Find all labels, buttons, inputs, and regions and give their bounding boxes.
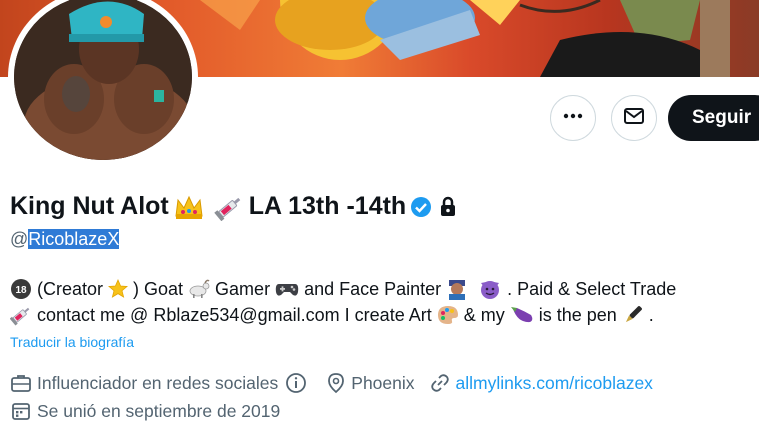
lock-icon bbox=[439, 196, 457, 218]
fountain-pen-emoji bbox=[622, 304, 644, 326]
message-button[interactable] bbox=[611, 95, 657, 141]
star-emoji bbox=[108, 279, 129, 299]
bio-text: and Face Painter bbox=[304, 279, 442, 299]
follow-button[interactable]: Seguir bbox=[668, 95, 759, 141]
location-pin-icon bbox=[326, 372, 346, 394]
briefcase-icon bbox=[10, 373, 32, 393]
bio-text: (Creator bbox=[37, 279, 104, 299]
crown-emoji bbox=[174, 194, 204, 220]
more-horizontal-icon bbox=[562, 105, 584, 132]
eggplant-emoji bbox=[510, 305, 534, 325]
goat-emoji bbox=[188, 279, 210, 299]
profile-avatar[interactable] bbox=[8, 0, 198, 166]
profile-meta: Influenciador en redes sociales Phoenix … bbox=[10, 372, 653, 394]
syringe-emoji bbox=[10, 304, 32, 326]
display-name-text: King Nut Alot bbox=[10, 192, 169, 220]
profile-joined-date: Se unió en septiembre de 2019 bbox=[37, 400, 281, 421]
bio-text: . bbox=[648, 305, 654, 325]
info-icon[interactable] bbox=[285, 372, 307, 394]
handle-prefix: @ bbox=[10, 229, 29, 249]
translate-bio-link[interactable]: Traducir la biografía bbox=[10, 334, 134, 350]
artist-palette-emoji bbox=[437, 305, 459, 325]
bio-text: Gamer bbox=[215, 279, 271, 299]
profile-location: Phoenix bbox=[351, 372, 415, 393]
syringe-emoji bbox=[214, 193, 244, 221]
bio-line-1: 18 (Creator ) Goat Gamer and Face Painte… bbox=[10, 276, 755, 302]
profile-bio: 18 (Creator ) Goat Gamer and Face Painte… bbox=[10, 276, 755, 328]
more-button[interactable] bbox=[550, 95, 596, 141]
bio-text: . Paid & Select Trade bbox=[507, 279, 677, 299]
follow-button-label: Seguir bbox=[692, 107, 752, 128]
smiling-devil-emoji bbox=[478, 278, 502, 300]
bio-text: is the pen bbox=[538, 305, 617, 325]
verified-badge-icon[interactable] bbox=[410, 196, 432, 218]
guard-emoji bbox=[446, 278, 468, 300]
bio-line-2: contact me @ Rblaze534@gmail.com I creat… bbox=[10, 302, 755, 328]
eighteen-plus-emoji: 18 bbox=[10, 278, 32, 300]
avatar-photo bbox=[14, 0, 192, 160]
display-name-suffix: LA 13th -14th bbox=[248, 192, 407, 220]
display-name: King Nut Alot LA 13th -14th bbox=[10, 192, 462, 221]
bio-text: contact me @ Rblaze534@gmail.com I creat… bbox=[37, 305, 432, 325]
profile-category: Influenciador en redes sociales bbox=[37, 372, 279, 393]
svg-text:18: 18 bbox=[15, 285, 27, 296]
bio-text: ) Goat bbox=[133, 279, 184, 299]
link-icon bbox=[429, 372, 451, 394]
profile-website-link[interactable]: allmylinks.com/ricoblazex bbox=[456, 373, 653, 394]
profile-joined: Se unió en septiembre de 2019 bbox=[10, 400, 280, 422]
handle-text-selected[interactable]: RicoblazeX bbox=[28, 229, 120, 249]
calendar-icon bbox=[10, 400, 32, 422]
gamepad-emoji bbox=[275, 280, 299, 298]
bio-text: & my bbox=[463, 305, 505, 325]
envelope-icon bbox=[623, 105, 645, 132]
user-handle: @RicoblazeX bbox=[10, 229, 120, 250]
